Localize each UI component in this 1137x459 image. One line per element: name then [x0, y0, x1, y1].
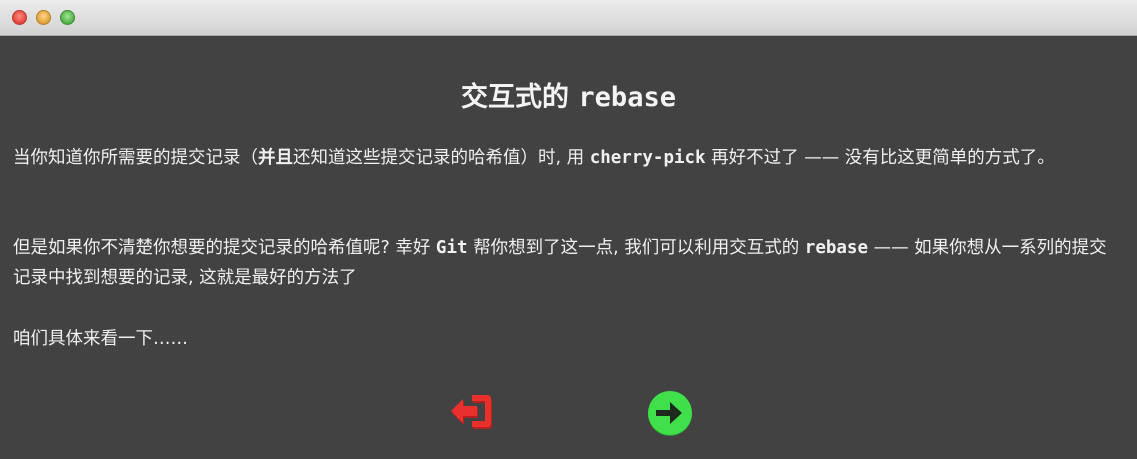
p1-text-e: 再好不过了 —— 没有比这更简单的方式了。 — [705, 148, 1055, 168]
dialog-title: 交互式的 rebase — [0, 75, 1137, 114]
dialog-content: 交互式的 rebase 当你知道你所需要的提交记录（并且还知道这些提交记录的哈希… — [0, 37, 1137, 459]
p1-text-bold: 并且 — [258, 148, 293, 168]
p2-text-c: 帮你想到了这一点, 我们可以利用交互式的 — [467, 238, 805, 258]
paragraph-lets-see: 咱们具体来看一下…… — [13, 329, 188, 349]
title-prefix: 交互式的 — [461, 82, 579, 113]
next-button[interactable] — [646, 389, 694, 437]
paragraph-cherry-pick: 当你知道你所需要的提交记录（并且还知道这些提交记录的哈希值）时, 用 cherr… — [13, 143, 1123, 173]
p2-code-rebase: rebase — [804, 238, 868, 258]
app-window: 交互式的 rebase 当你知道你所需要的提交记录（并且还知道这些提交记录的哈希… — [0, 0, 1137, 459]
maximize-window-button[interactable] — [60, 10, 75, 25]
p1-code-cherry-pick: cherry-pick — [589, 148, 706, 168]
minimize-window-button[interactable] — [36, 10, 51, 25]
title-bar — [0, 0, 1137, 36]
p2-code-git: Git — [435, 238, 468, 258]
title-code: rebase — [578, 82, 676, 113]
close-window-button[interactable] — [12, 10, 27, 25]
paragraph-interactive-rebase: 但是如果你不清楚你想要的提交记录的哈希值呢? 幸好 Git 帮你想到了这一点, … — [13, 233, 1123, 293]
arrow-right-circle-icon — [648, 391, 692, 436]
p1-text-a: 当你知道你所需要的提交记录（ — [13, 148, 258, 168]
p1-text-c: 还知道这些提交记录的哈希值）时, 用 — [293, 148, 590, 168]
back-button[interactable] — [448, 389, 496, 437]
p2-text-a: 但是如果你不清楚你想要的提交记录的哈希值呢? 幸好 — [13, 238, 436, 258]
exit-arrow-icon — [451, 395, 492, 429]
